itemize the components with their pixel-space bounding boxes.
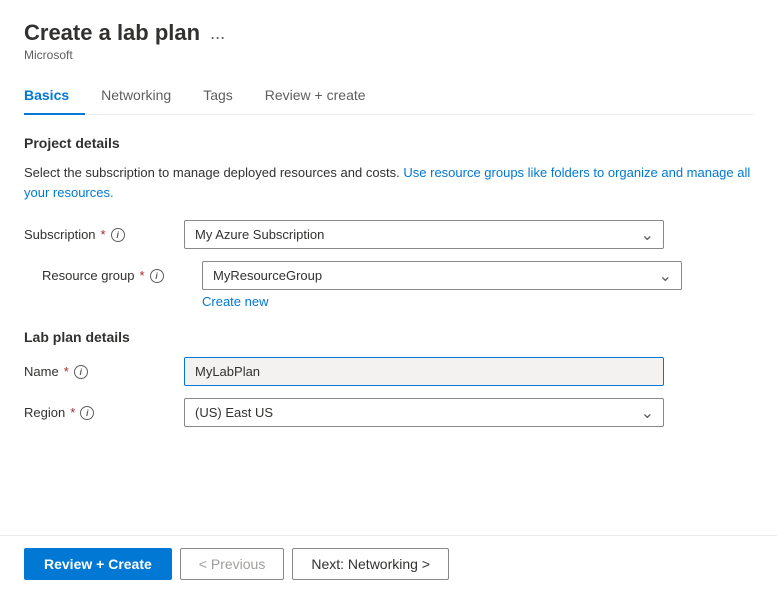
lab-plan-section: Lab plan details Name * i	[24, 329, 753, 427]
region-select-wrapper: (US) East US	[184, 398, 664, 427]
resource-group-control: MyResourceGroup Create new	[202, 261, 682, 309]
tab-tags[interactable]: Tags	[203, 79, 249, 115]
project-description: Select the subscription to manage deploy…	[24, 163, 753, 202]
main-content: Create a lab plan ... Microsoft Basics N…	[0, 0, 777, 535]
name-label-col: Name * i	[24, 357, 184, 379]
ellipsis-menu-icon[interactable]: ...	[210, 23, 225, 44]
name-required: *	[64, 364, 69, 379]
page-title: Create a lab plan	[24, 20, 200, 46]
region-dropdown[interactable]: (US) East US	[184, 398, 664, 427]
page-container: Create a lab plan ... Microsoft Basics N…	[0, 0, 777, 592]
title-area: Create a lab plan ...	[24, 20, 753, 46]
name-label: Name * i	[24, 364, 184, 379]
subscription-dropdown[interactable]: My Azure Subscription	[184, 220, 664, 249]
subscription-label: Subscription * i	[24, 227, 184, 242]
subscription-row: Subscription * i My Azure Subscription	[24, 220, 753, 249]
tab-networking[interactable]: Networking	[101, 79, 187, 115]
resource-group-label-col: Resource group * i	[42, 261, 202, 283]
lab-plan-details-title: Lab plan details	[24, 329, 753, 345]
subscription-label-col: Subscription * i	[24, 220, 184, 242]
resource-group-section: Resource group * i MyResourceGroup Creat…	[24, 261, 753, 309]
region-info-icon[interactable]: i	[80, 406, 94, 420]
page-subtitle: Microsoft	[24, 48, 753, 62]
resource-group-label: Resource group * i	[42, 268, 202, 283]
project-details-title: Project details	[24, 135, 753, 151]
subscription-select-wrapper: My Azure Subscription	[184, 220, 664, 249]
tab-basics[interactable]: Basics	[24, 79, 85, 115]
create-new-link[interactable]: Create new	[202, 294, 268, 309]
tab-review-create[interactable]: Review + create	[265, 79, 382, 115]
tabs-bar: Basics Networking Tags Review + create	[24, 78, 753, 115]
name-control	[184, 357, 664, 386]
footer-bar: Review + Create < Previous Next: Network…	[0, 535, 777, 592]
previous-button[interactable]: < Previous	[180, 548, 285, 580]
rg-required: *	[140, 268, 145, 283]
rg-info-icon[interactable]: i	[150, 269, 164, 283]
subscription-info-icon[interactable]: i	[111, 228, 125, 242]
region-label-col: Region * i	[24, 398, 184, 420]
name-input[interactable]	[184, 357, 664, 386]
region-row: Region * i (US) East US	[24, 398, 753, 427]
rg-select-wrapper: MyResourceGroup	[202, 261, 682, 290]
next-button[interactable]: Next: Networking >	[292, 548, 449, 580]
subscription-control: My Azure Subscription	[184, 220, 664, 249]
region-required: *	[70, 405, 75, 420]
description-text-part1: Select the subscription to manage deploy…	[24, 165, 403, 180]
name-info-icon[interactable]: i	[74, 365, 88, 379]
subscription-required: *	[101, 227, 106, 242]
region-label: Region * i	[24, 405, 184, 420]
resource-group-dropdown[interactable]: MyResourceGroup	[202, 261, 682, 290]
region-control: (US) East US	[184, 398, 664, 427]
review-create-button[interactable]: Review + Create	[24, 548, 172, 580]
name-row: Name * i	[24, 357, 753, 386]
